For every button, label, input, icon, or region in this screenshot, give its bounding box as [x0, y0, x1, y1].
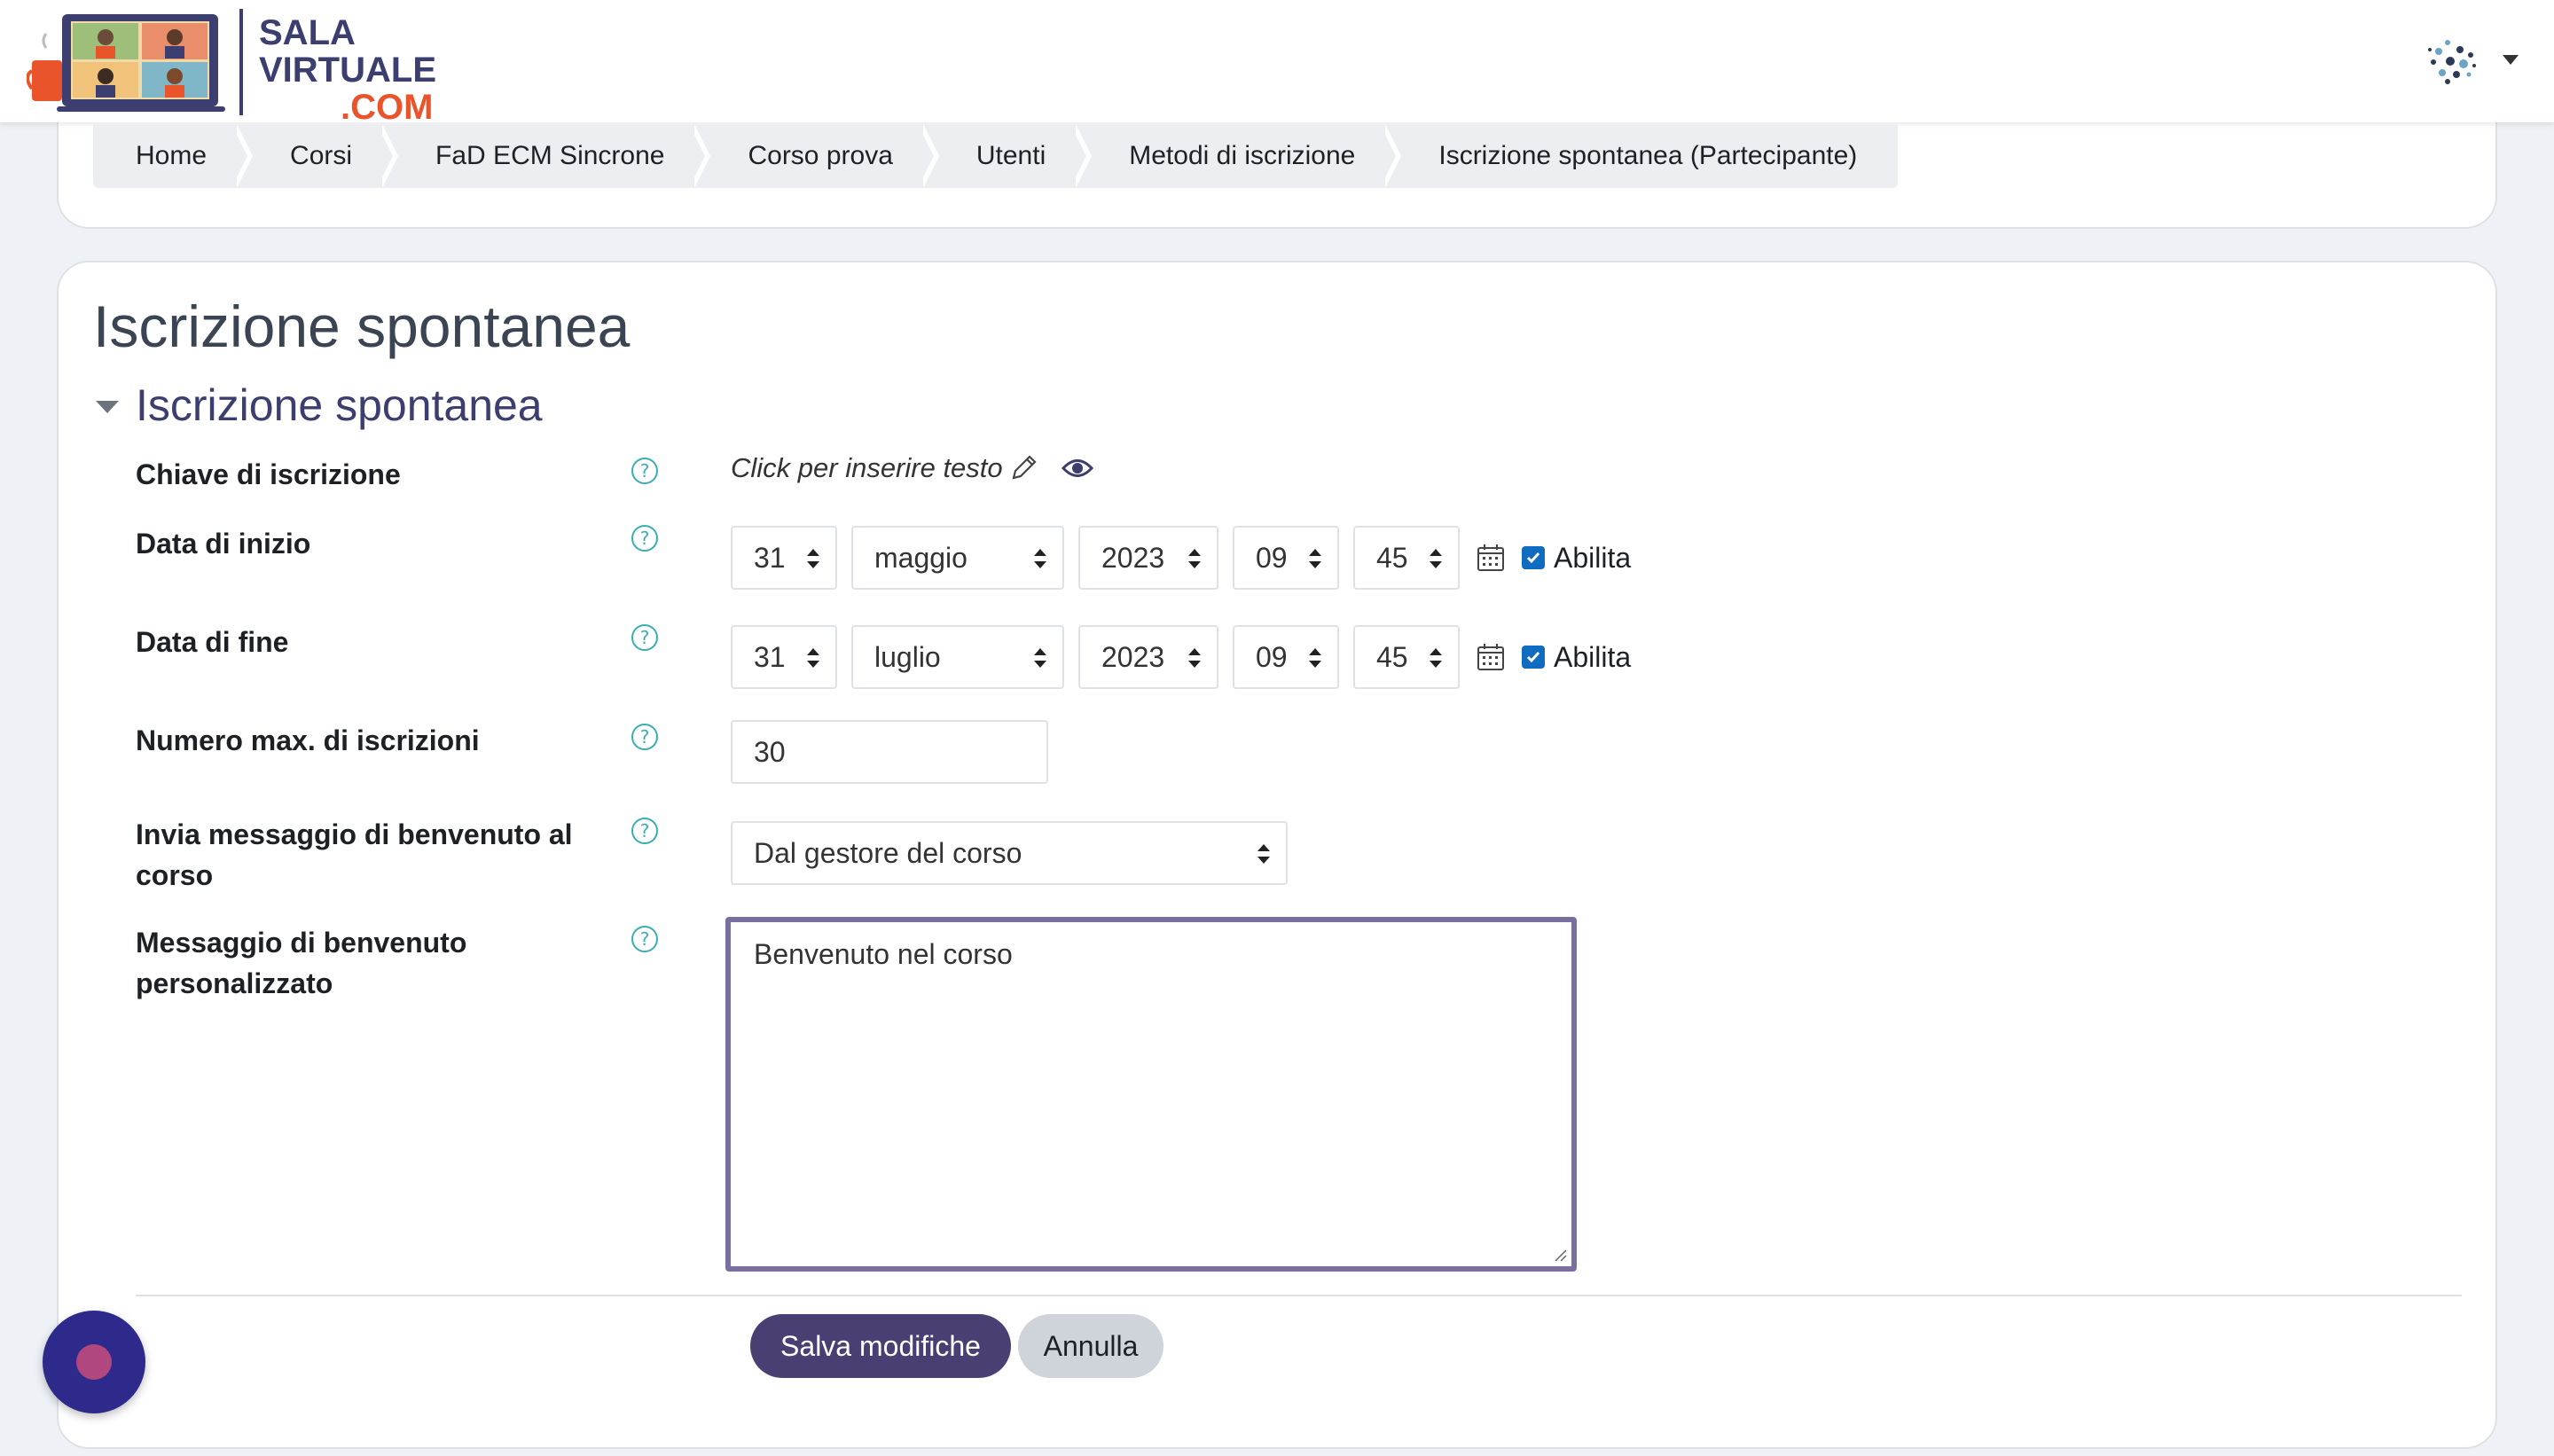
start-date-enable-checkbox[interactable]	[1522, 546, 1545, 569]
help-icon[interactable]: ?	[631, 458, 658, 484]
select-arrows-icon	[1309, 646, 1321, 669]
select-arrows-icon	[1034, 646, 1046, 669]
chat-icon	[76, 1344, 112, 1380]
end-minute-value: 45	[1376, 640, 1408, 673]
select-arrows-icon	[1188, 547, 1201, 570]
breadcrumb-item-enrolment-methods[interactable]: Metodi di iscrizione	[1086, 124, 1402, 188]
breadcrumb-item-home[interactable]: Home	[93, 124, 254, 188]
start-day-value: 31	[754, 541, 786, 574]
help-icon[interactable]: ?	[631, 525, 658, 552]
help-icon[interactable]: ?	[631, 624, 658, 651]
start-minute-select[interactable]: 45	[1353, 526, 1460, 590]
form-divider	[136, 1295, 2462, 1296]
send-welcome-value: Dal gestore del corso	[754, 836, 1022, 869]
enrolment-key-placeholder[interactable]: Click per inserire testo	[731, 452, 1003, 484]
end-year-select[interactable]: 2023	[1078, 625, 1218, 689]
start-hour-select[interactable]: 09	[1233, 526, 1339, 590]
start-month-select[interactable]: maggio	[851, 526, 1064, 590]
chat-launcher-button[interactable]	[43, 1311, 145, 1413]
site-logo[interactable]: SALA VIRTUALE .COM	[27, 9, 443, 126]
end-day-select[interactable]: 31	[731, 625, 837, 689]
check-icon	[1526, 552, 1540, 564]
help-icon[interactable]: ?	[631, 724, 658, 750]
logo-divider	[239, 9, 243, 115]
end-hour-select[interactable]: 09	[1233, 625, 1339, 689]
end-month-value: luglio	[874, 640, 941, 673]
logo-video-call-icon	[27, 14, 225, 112]
logo-line-2: VIRTUALE	[259, 51, 436, 90]
end-year-value: 2023	[1101, 640, 1165, 673]
help-icon[interactable]: ?	[631, 926, 658, 952]
breadcrumb-item-users[interactable]: Utenti	[934, 124, 1093, 188]
top-navbar: SALA VIRTUALE .COM	[0, 0, 2554, 126]
breadcrumb-item-category[interactable]: FaD ECM Sincrone	[393, 124, 711, 188]
help-icon[interactable]: ?	[631, 818, 658, 844]
start-year-select[interactable]: 2023	[1078, 526, 1218, 590]
user-avatar-icon[interactable]	[2421, 32, 2480, 90]
check-icon	[1526, 652, 1540, 663]
enrolment-key-inplace-editable[interactable]: Click per inserire testo	[731, 452, 1093, 484]
select-arrows-icon	[1309, 547, 1321, 570]
end-day-value: 31	[754, 640, 786, 673]
start-hour-value: 09	[1256, 541, 1288, 574]
end-date-selector: 31 luglio 2023 09 45 Abilita	[731, 625, 1631, 689]
breadcrumb: Home Corsi FaD ECM Sincrone Corso prova …	[93, 124, 1899, 188]
send-welcome-select[interactable]: Dal gestore del corso	[731, 821, 1288, 885]
select-arrows-icon	[1430, 646, 1442, 669]
select-arrows-icon	[1034, 547, 1046, 570]
end-minute-select[interactable]: 45	[1353, 625, 1460, 689]
start-date-label: Data di inizio	[136, 528, 311, 560]
custom-welcome-label-line-1: Messaggio di benvenuto	[136, 927, 467, 959]
start-month-value: maggio	[874, 541, 968, 574]
breadcrumb-item-corsi[interactable]: Corsi	[247, 124, 399, 188]
custom-welcome-text: Benvenuto nel corso	[754, 938, 1013, 970]
max-enrolled-input[interactable]: 30	[731, 720, 1048, 784]
collapse-toggle-icon[interactable]	[96, 401, 119, 413]
breadcrumb-item-current: Iscrizione spontanea (Partecipante)	[1438, 141, 1858, 170]
save-button[interactable]: Salva modifiche	[750, 1314, 1011, 1378]
cancel-button[interactable]: Annulla	[1018, 1314, 1163, 1378]
end-hour-value: 09	[1256, 640, 1288, 673]
start-date-selector: 31 maggio 2023 09 45 Abilita	[731, 526, 1631, 590]
custom-welcome-label: Messaggio di benvenuto personalizzato	[136, 922, 597, 1004]
end-date-enable-label[interactable]: Abilita	[1554, 641, 1631, 674]
select-arrows-icon	[807, 547, 819, 570]
pencil-icon[interactable]	[1008, 453, 1038, 483]
select-arrows-icon	[807, 646, 819, 669]
enrolment-key-label: Chiave di iscrizione	[136, 458, 401, 490]
send-welcome-label-line-1: Invia messaggio di benvenuto al	[136, 818, 573, 850]
start-minute-value: 45	[1376, 541, 1408, 574]
page-title: Iscrizione spontanea	[93, 294, 631, 359]
start-year-value: 2023	[1101, 541, 1165, 574]
section-title[interactable]: Iscrizione spontanea	[136, 380, 543, 431]
resize-handle-icon[interactable]	[1552, 1247, 1568, 1263]
custom-welcome-textarea[interactable]: Benvenuto nel corso	[725, 917, 1577, 1272]
start-date-enable-label[interactable]: Abilita	[1554, 542, 1631, 575]
send-welcome-label: Invia messaggio di benvenuto al corso	[136, 814, 597, 896]
user-menu[interactable]	[2421, 27, 2519, 98]
custom-welcome-label-line-2: personalizzato	[136, 967, 333, 999]
end-month-select[interactable]: luglio	[851, 625, 1064, 689]
start-day-select[interactable]: 31	[731, 526, 837, 590]
calendar-icon[interactable]	[1476, 543, 1506, 573]
breadcrumb-item-course[interactable]: Corso prova	[705, 124, 940, 188]
calendar-icon[interactable]	[1476, 642, 1506, 672]
chevron-down-icon[interactable]	[2503, 55, 2519, 65]
logo-line-1: SALA	[259, 13, 356, 52]
send-welcome-label-line-2: corso	[136, 859, 214, 891]
select-arrows-icon	[1257, 842, 1270, 865]
eye-icon[interactable]	[1061, 457, 1093, 480]
max-enrolled-label: Numero max. di iscrizioni	[136, 724, 480, 756]
logo-text: SALA VIRTUALE .COM	[259, 14, 436, 126]
end-date-enable-checkbox[interactable]	[1522, 646, 1545, 669]
logo-line-3: .COM	[341, 88, 434, 127]
select-arrows-icon	[1430, 547, 1442, 570]
end-date-label: Data di fine	[136, 626, 289, 658]
select-arrows-icon	[1188, 646, 1201, 669]
